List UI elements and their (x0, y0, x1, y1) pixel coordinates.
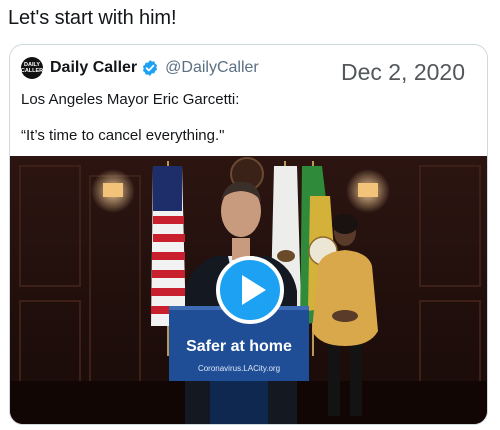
author-handle[interactable]: @DailyCaller (165, 59, 259, 77)
quoted-tweet-card[interactable]: DAILY CALLER Daily Caller @DailyCaller D… (9, 44, 488, 425)
tweet-date[interactable]: Dec 2, 2020 (341, 59, 465, 86)
avatar[interactable]: DAILY CALLER (21, 57, 43, 79)
us-flag (151, 166, 186, 326)
podium-url: Coronavirus.LACity.org (197, 364, 281, 373)
play-icon[interactable] (216, 256, 284, 324)
quoted-text-line1: Los Angeles Mayor Eric Garcetti: (21, 91, 240, 108)
quoted-tweet-header: DAILY CALLER Daily Caller @DailyCaller (21, 57, 259, 79)
avatar-text-line2: CALLER (20, 68, 44, 74)
video-player[interactable]: Safer at home Coronavirus.LACity.org (10, 156, 487, 424)
author-display-name[interactable]: Daily Caller (50, 59, 137, 77)
tweet-text: Let's start with him! (8, 7, 177, 29)
wall-lamp-left-shade (103, 183, 123, 197)
podium-title: Safer at home (186, 338, 292, 355)
quoted-text-line2: “It’s time to cancel everything." (21, 127, 225, 144)
verified-badge-icon (143, 60, 158, 76)
wall-lamp-right-shade (358, 183, 378, 197)
